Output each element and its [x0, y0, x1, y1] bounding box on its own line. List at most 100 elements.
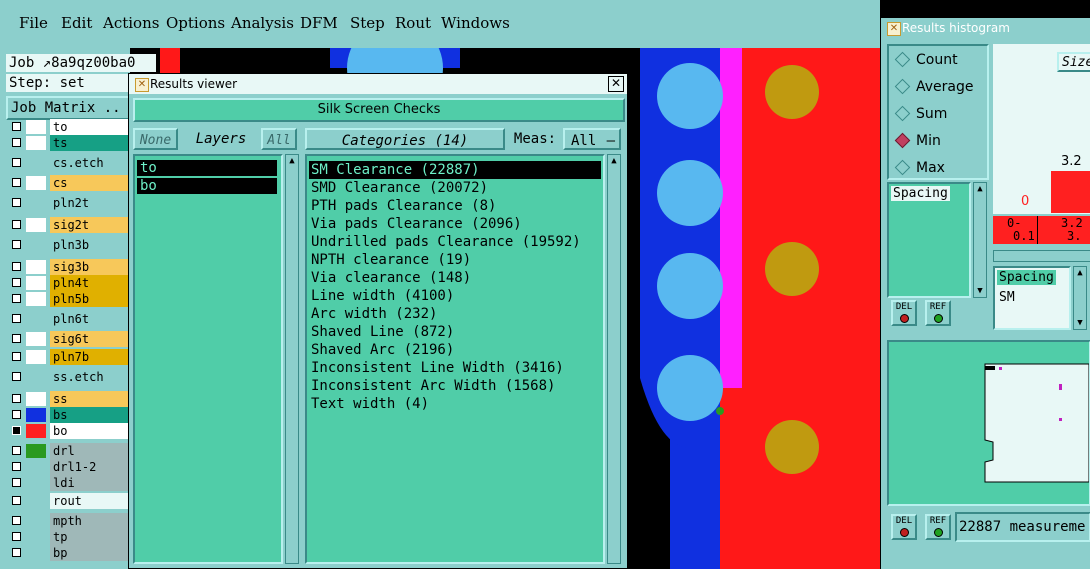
del-button-bottom[interactable]: DEL	[891, 514, 917, 540]
del-button-top[interactable]: DEL	[891, 300, 917, 326]
board-preview[interactable]	[887, 340, 1090, 506]
layer-row-ss.etch[interactable]: ss.etch	[8, 369, 133, 385]
layer-checkbox[interactable]	[12, 548, 21, 557]
layer-row-mpth[interactable]: mpth	[8, 513, 133, 529]
histogram-option-max[interactable]: Max	[894, 158, 945, 178]
layer-row-bp[interactable]: bp	[8, 545, 133, 561]
layer-checkbox[interactable]	[12, 516, 21, 525]
layer-name[interactable]: pln7b	[50, 349, 133, 365]
menu-options[interactable]: Options	[166, 14, 225, 32]
meas-select[interactable]: All —	[563, 128, 621, 150]
layer-color-swatch[interactable]	[26, 494, 46, 508]
categories-listbox[interactable]: SM Clearance (22887) SMD Clearance (20072…	[305, 154, 605, 564]
scroll-down-icon[interactable]: ▼	[974, 285, 986, 297]
layer-checkbox[interactable]	[12, 294, 21, 303]
job-matrix-button[interactable]: Job Matrix ..	[6, 96, 130, 120]
size-button[interactable]: Size	[1057, 52, 1090, 72]
category-item[interactable]: Via clearance (148)	[309, 269, 471, 287]
layer-row-pln6t[interactable]: pln6t	[8, 311, 133, 327]
ref-button-top[interactable]: REF	[925, 300, 951, 326]
layer-color-swatch[interactable]	[26, 292, 46, 306]
layer-checkbox[interactable]	[12, 446, 21, 455]
menu-file[interactable]: File	[19, 14, 48, 32]
menu-rout[interactable]: Rout	[395, 14, 431, 32]
layer-color-swatch[interactable]	[26, 460, 46, 474]
layer-checkbox[interactable]	[12, 138, 21, 147]
category-item[interactable]: NPTH clearance (19)	[309, 251, 471, 269]
layer-color-swatch[interactable]	[26, 312, 46, 326]
scroll-up-icon[interactable]: ▲	[974, 183, 986, 195]
layer-color-swatch[interactable]	[26, 392, 46, 406]
layer-name[interactable]: pln5b	[50, 291, 133, 307]
measure-item[interactable]: Spacing	[891, 186, 950, 201]
layers-listbox[interactable]: to bo	[133, 154, 283, 564]
layer-row-ts[interactable]: ts	[8, 135, 133, 151]
ref-button-bottom[interactable]: REF	[925, 514, 951, 540]
layer-checkbox[interactable]	[12, 122, 21, 131]
results-item-sm[interactable]: SM	[999, 290, 1015, 305]
layer-color-swatch[interactable]	[26, 136, 46, 150]
layer-row-bo[interactable]: bo	[8, 423, 133, 439]
layer-checkbox[interactable]	[12, 462, 21, 471]
menu-actions[interactable]: Actions	[103, 14, 159, 32]
layers-scrollbar[interactable]: ▲	[285, 154, 299, 564]
categories-button[interactable]: Categories (14)	[305, 128, 505, 150]
histogram-titlebar[interactable]: ✕ Results histogram	[881, 18, 1090, 38]
scroll-down-icon[interactable]: ▼	[1074, 317, 1086, 329]
layer-checkbox[interactable]	[12, 426, 21, 435]
layer-color-swatch[interactable]	[26, 156, 46, 170]
layer-row-pln7b[interactable]: pln7b	[8, 349, 133, 365]
layer-color-swatch[interactable]	[26, 332, 46, 346]
job-field[interactable]: Job ↗8a9qz00ba0	[6, 54, 156, 72]
layer-name[interactable]: pln2t	[50, 195, 133, 211]
layer-checkbox[interactable]	[12, 478, 21, 487]
layer-list-item[interactable]: to	[137, 160, 277, 176]
histogram-bar[interactable]	[1051, 171, 1090, 213]
menu-analysis[interactable]: Analysis	[231, 14, 294, 32]
layer-checkbox[interactable]	[12, 220, 21, 229]
layer-name[interactable]: cs	[50, 175, 133, 191]
layer-name[interactable]: drl1-2	[50, 459, 133, 475]
category-item[interactable]: Shaved Line (872)	[309, 323, 454, 341]
histogram-option-sum[interactable]: Sum	[894, 104, 947, 124]
none-button[interactable]: None	[133, 128, 178, 150]
layer-name[interactable]: rout	[50, 493, 133, 509]
category-item[interactable]: Shaved Arc (2196)	[309, 341, 454, 359]
layer-color-swatch[interactable]	[26, 350, 46, 364]
layer-checkbox[interactable]	[12, 158, 21, 167]
layer-name[interactable]: mpth	[50, 513, 133, 529]
category-item[interactable]: Undrilled pads Clearance (19592)	[309, 233, 581, 251]
results-viewer-titlebar[interactable]: ✕ Results viewer ✕	[129, 74, 627, 94]
layer-color-swatch[interactable]	[26, 546, 46, 560]
category-item[interactable]: SMD Clearance (20072)	[309, 179, 488, 197]
layer-row-pln2t[interactable]: pln2t	[8, 195, 133, 211]
layer-row-tp[interactable]: tp	[8, 529, 133, 545]
layer-row-ldi[interactable]: ldi	[8, 475, 133, 491]
category-item[interactable]: SM Clearance (22887)	[309, 161, 601, 179]
layer-name[interactable]: tp	[50, 529, 133, 545]
layer-checkbox[interactable]	[12, 198, 21, 207]
layer-checkbox[interactable]	[12, 372, 21, 381]
layer-color-swatch[interactable]	[26, 424, 46, 438]
layer-checkbox[interactable]	[12, 352, 21, 361]
layer-name[interactable]: pln6t	[50, 311, 133, 327]
category-item[interactable]: Inconsistent Arc Width (1568)	[309, 377, 555, 395]
layer-row-sig3b[interactable]: sig3b	[8, 259, 133, 275]
layer-row-cs.etch[interactable]: cs.etch	[8, 155, 133, 171]
measure-listbox[interactable]: Spacing	[887, 182, 971, 298]
layer-name[interactable]: bs	[50, 407, 133, 423]
layer-name[interactable]: sig3b	[50, 259, 133, 275]
close-icon[interactable]: ✕	[608, 76, 624, 92]
results-scrollbar[interactable]: ▲ ▼	[1073, 266, 1087, 330]
layer-color-swatch[interactable]	[26, 408, 46, 422]
histogram-option-min[interactable]: Min	[894, 131, 941, 151]
layer-color-swatch[interactable]	[26, 514, 46, 528]
layer-name[interactable]: sig2t	[50, 217, 133, 233]
layer-color-swatch[interactable]	[26, 530, 46, 544]
layer-color-swatch[interactable]	[26, 238, 46, 252]
scroll-up-icon[interactable]: ▲	[1074, 267, 1086, 279]
layer-color-swatch[interactable]	[26, 444, 46, 458]
layer-checkbox[interactable]	[12, 278, 21, 287]
layer-row-cs[interactable]: cs	[8, 175, 133, 191]
results-item-spacing[interactable]: Spacing	[997, 270, 1056, 285]
